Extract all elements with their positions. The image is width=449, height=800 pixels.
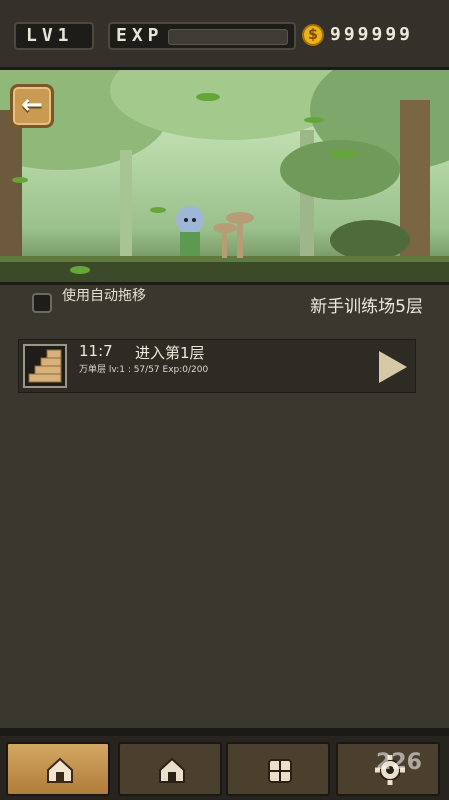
forest-scene: ← (0, 70, 449, 282)
tab-inventory[interactable] (226, 742, 330, 796)
tab-town[interactable] (118, 742, 222, 796)
house-icon (159, 757, 185, 783)
exp-display: EXP (108, 22, 296, 50)
watermark: 226 (376, 750, 422, 775)
tab-home[interactable] (6, 742, 110, 796)
auto-move-checkbox[interactable] (32, 293, 52, 313)
floor-time: 11:7 (79, 342, 113, 360)
floor-action: 进入第1层 (135, 344, 205, 362)
floor-row[interactable]: 11:7 进入第1层 万单层 lv:1 : 57/57 Exp:0/200 (18, 339, 416, 393)
coin-icon: $ (302, 24, 324, 46)
exp-label: EXP (116, 25, 164, 46)
coin-count: 999999 (330, 24, 414, 45)
play-icon[interactable] (379, 351, 407, 383)
stairs-icon (23, 344, 67, 388)
inventory-icon (268, 759, 292, 783)
floor-stats: 万单层 lv:1 : 57/57 Exp:0/200 (79, 365, 209, 375)
exp-bar (168, 29, 288, 45)
forest-background (0, 70, 449, 282)
level-display: LV1 (14, 22, 94, 50)
back-button[interactable]: ← (10, 84, 54, 128)
top-hud: LV1 EXP $ 999999 (0, 0, 449, 70)
house-icon (47, 757, 73, 783)
stage-title: 新手训练场5层 (310, 297, 423, 317)
panel-border (0, 728, 449, 736)
level-text: LV1 (26, 25, 74, 46)
auto-move-label: 使用自动拖移 (62, 288, 146, 304)
